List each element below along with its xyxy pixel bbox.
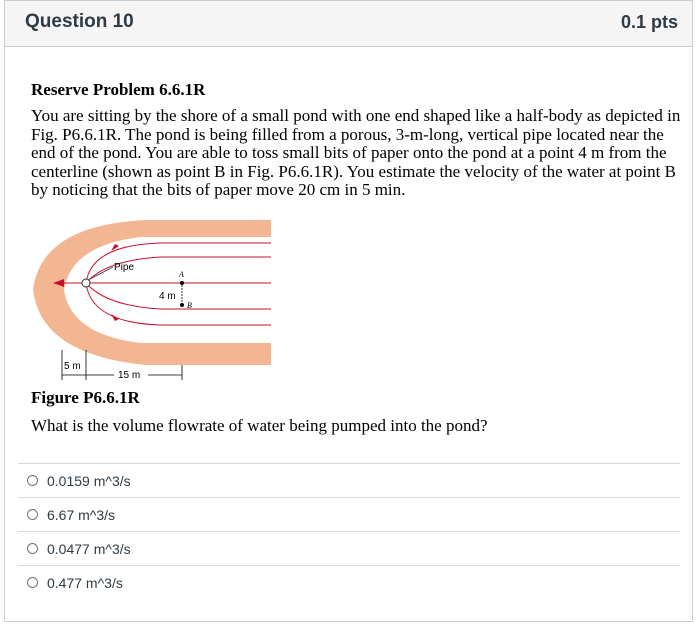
- flow-arrow: [111, 314, 119, 321]
- answer-list: 0.0159 m^3/s 6.67 m^3/s 0.0477 m^3/s 0.4…: [18, 463, 680, 599]
- problem-title: Reserve Problem 6.6.1R: [31, 80, 206, 99]
- answer-label: 6.67 m^3/s: [47, 507, 116, 523]
- answer-label: 0.0477 m^3/s: [47, 541, 131, 557]
- dist-4m-label: 4 m: [159, 291, 176, 302]
- pipe-icon: [81, 278, 91, 288]
- question-header: Question 10 0.1 pts: [5, 1, 692, 47]
- figure-caption: Figure P6.6.1R: [31, 388, 140, 407]
- point-b: [180, 303, 184, 307]
- pipe-label: Pipe: [114, 262, 134, 273]
- dist-5m-label: 5 m: [64, 361, 81, 372]
- answer-label: 0.477 m^3/s: [47, 575, 123, 591]
- radio-button[interactable]: [27, 475, 38, 486]
- radio-button[interactable]: [27, 543, 38, 554]
- answer-label: 0.0159 m^3/s: [47, 473, 131, 489]
- problem-text: You are sitting by the shore of a small …: [31, 106, 681, 199]
- question-prompt: What is the volume flowrate of water bei…: [31, 416, 488, 435]
- pond-shore: [33, 220, 271, 365]
- point-a: [180, 281, 184, 285]
- answer-option[interactable]: 0.477 m^3/s: [18, 565, 680, 599]
- question-title: Question 10: [25, 11, 134, 32]
- point-b-label: B: [187, 301, 192, 310]
- point-a-label: A: [178, 270, 184, 279]
- dist-15m-label: 15 m: [118, 370, 140, 381]
- streamline: [85, 282, 271, 310]
- answer-option[interactable]: 6.67 m^3/s: [18, 497, 680, 531]
- radio-button[interactable]: [27, 577, 38, 588]
- answer-option[interactable]: 0.0159 m^3/s: [18, 463, 680, 497]
- question-points: 0.1 pts: [620, 12, 678, 32]
- radio-button[interactable]: [27, 509, 38, 520]
- answer-option[interactable]: 0.0477 m^3/s: [18, 531, 680, 565]
- figure-half-body: Pipe A B 4 m 5 m 15 m: [31, 215, 271, 385]
